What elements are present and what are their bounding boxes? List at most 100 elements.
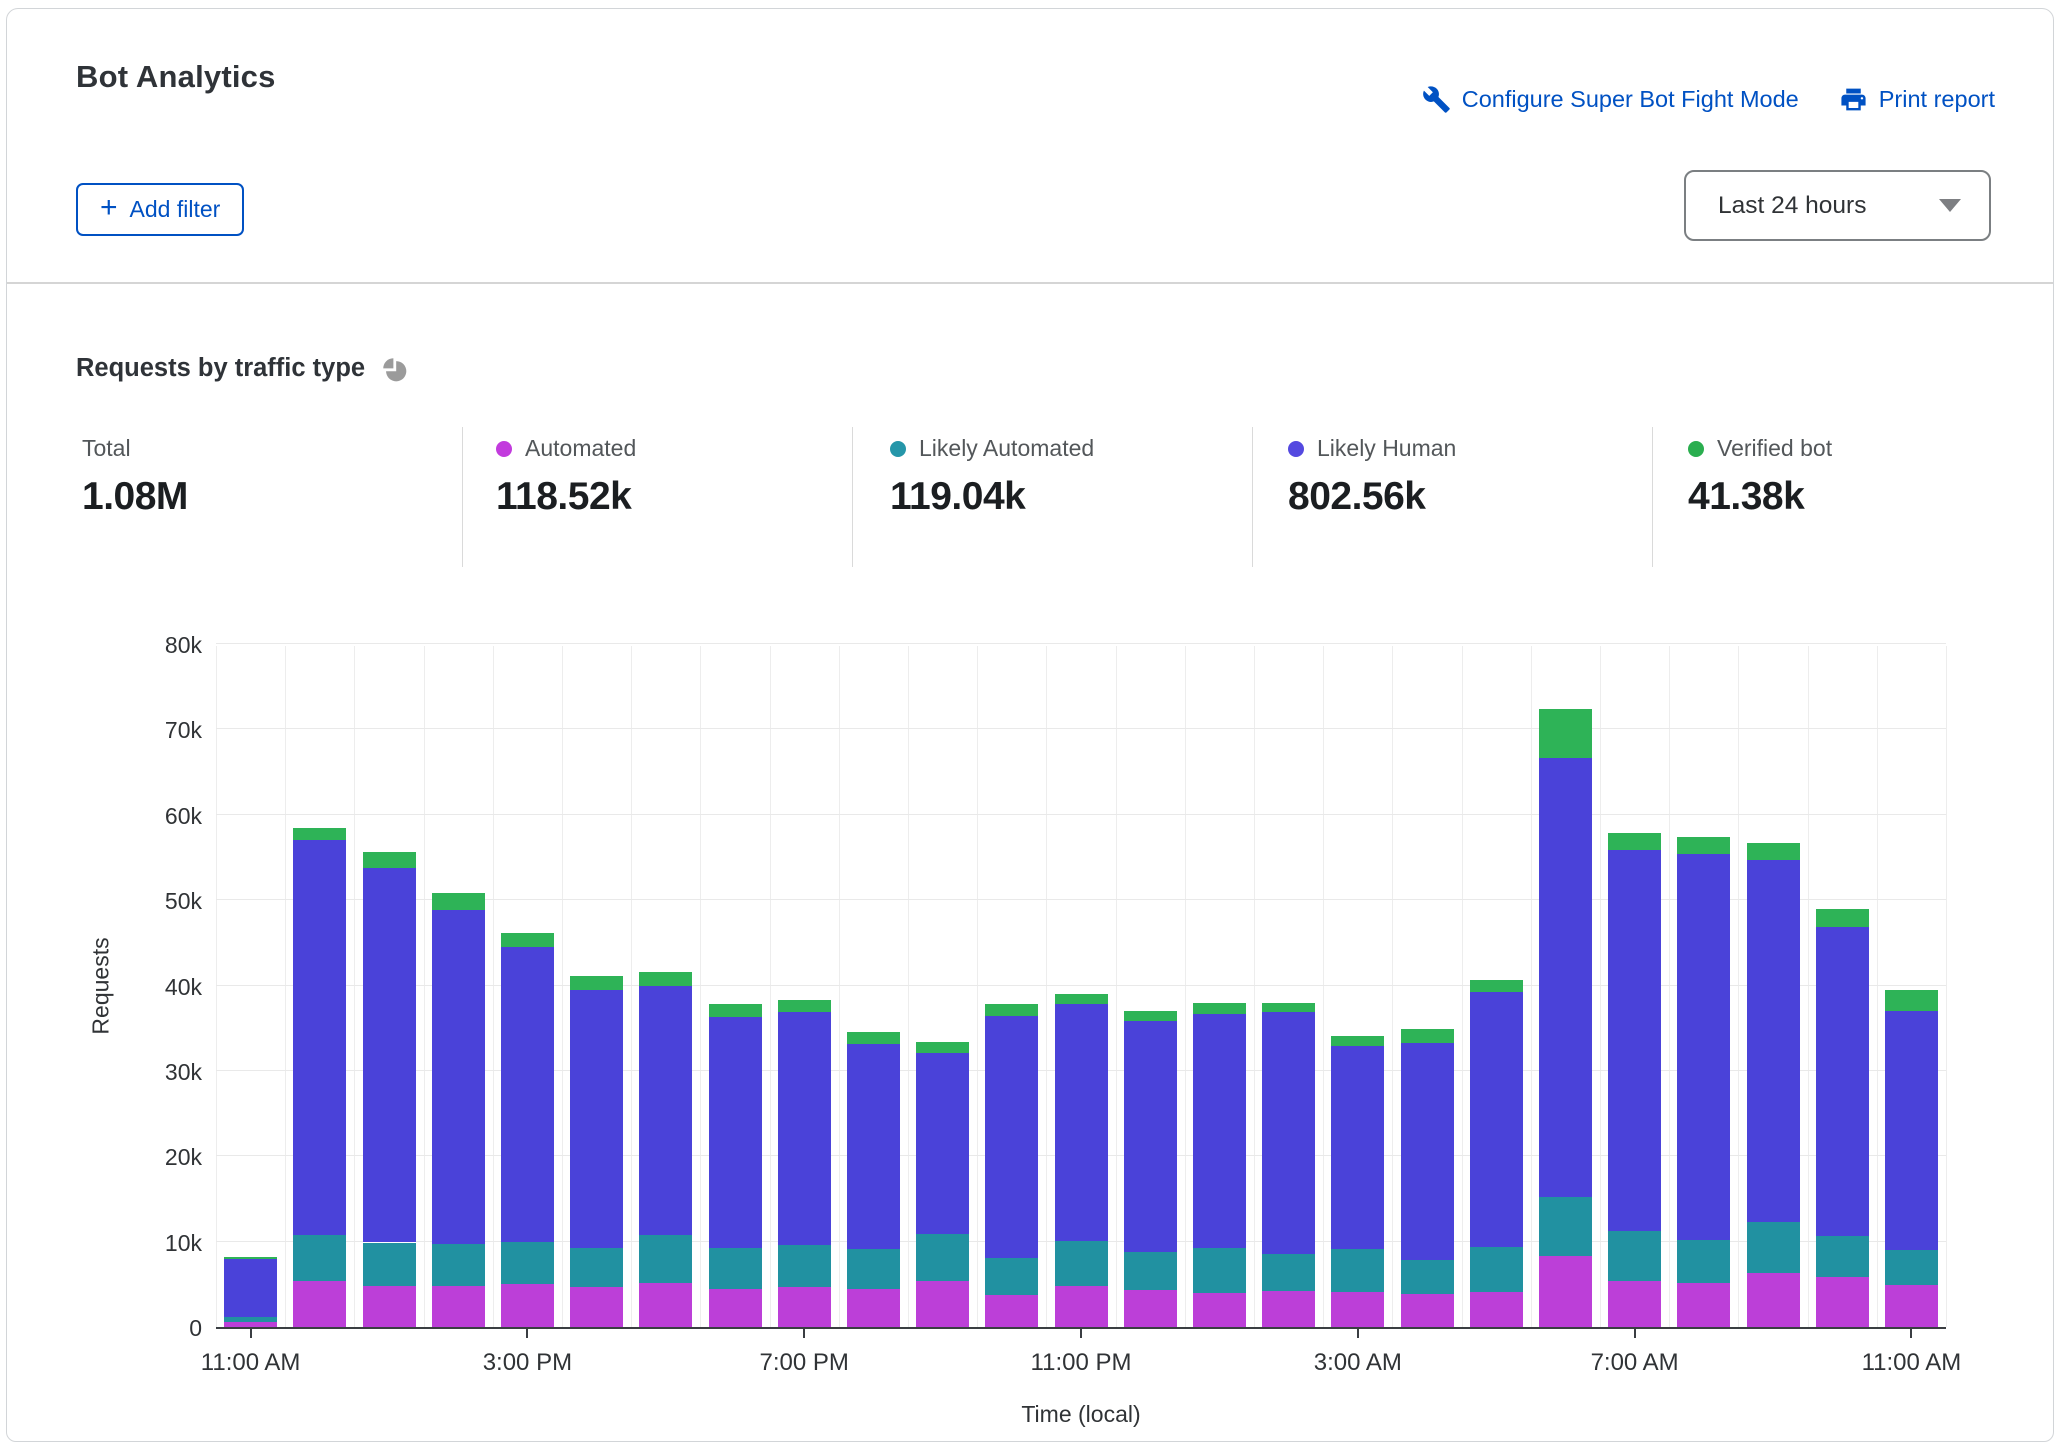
bar-segment-automated <box>1608 1281 1661 1327</box>
bar-segment-likely-automated <box>1262 1254 1315 1292</box>
stat-total: Total 1.08M <box>82 427 188 567</box>
y-tick-label: 70k <box>122 717 202 744</box>
bar-segment-verified-bot <box>1401 1029 1454 1043</box>
x-tick-mark <box>526 1329 528 1338</box>
bar-segment-automated <box>1331 1292 1384 1327</box>
legend-dot-automated <box>496 441 512 457</box>
bar-segment-likely-human <box>501 947 554 1242</box>
bar-segment-verified-bot <box>501 933 554 947</box>
x-tick-mark <box>250 1329 252 1338</box>
legend-dot-likely-automated <box>890 441 906 457</box>
bar-900am[interactable] <box>1747 843 1800 1327</box>
vertical-gridline <box>1185 646 1186 1327</box>
bar-1200am[interactable] <box>1124 1011 1177 1327</box>
stat-label: Likely Automated <box>919 435 1094 462</box>
bar-1000am[interactable] <box>1816 909 1869 1327</box>
bar-segment-automated <box>432 1286 485 1327</box>
bar-segment-likely-human <box>570 990 623 1249</box>
bar-segment-likely-automated <box>501 1242 554 1285</box>
add-filter-button[interactable]: + Add filter <box>76 183 244 236</box>
stat-label: Automated <box>525 435 636 462</box>
bar-600pm[interactable] <box>709 1004 762 1327</box>
bar-500pm[interactable] <box>639 972 692 1327</box>
bar-segment-verified-bot <box>1331 1036 1384 1046</box>
bar-500am[interactable] <box>1470 980 1523 1327</box>
stat-verified-bot[interactable]: Verified bot 41.38k <box>1652 427 1832 567</box>
time-range-select[interactable]: Last 24 hours <box>1684 170 1991 241</box>
bar-segment-likely-human <box>1677 854 1730 1240</box>
bar-segment-verified-bot <box>1262 1003 1315 1012</box>
bar-segment-automated <box>985 1295 1038 1327</box>
vertical-gridline <box>631 646 632 1327</box>
x-tick-mark <box>803 1329 805 1338</box>
bar-700pm[interactable] <box>778 1000 831 1327</box>
bar-segment-verified-bot <box>1816 909 1869 927</box>
bar-segment-automated <box>224 1322 277 1327</box>
bar-segment-automated <box>570 1287 623 1327</box>
horizontal-gridline <box>216 643 1946 644</box>
bar-200pm[interactable] <box>432 893 485 1327</box>
bar-segment-likely-human <box>985 1016 1038 1258</box>
stats-row: Total 1.08M Automated 118.52k Likely Aut… <box>82 427 2002 572</box>
bar-1100pm[interactable] <box>1055 994 1108 1327</box>
bar-800am[interactable] <box>1677 837 1730 1327</box>
bar-segment-likely-human <box>847 1044 900 1250</box>
bar-segment-likely-automated <box>293 1235 346 1281</box>
configure-sbfm-link[interactable]: Configure Super Bot Fight Mode <box>1422 85 1799 114</box>
y-tick-label: 80k <box>122 632 202 659</box>
vertical-gridline <box>908 646 909 1327</box>
bar-300am[interactable] <box>1331 1036 1384 1327</box>
vertical-gridline <box>1116 646 1117 1327</box>
bar-300pm[interactable] <box>501 933 554 1327</box>
bar-1100am[interactable] <box>1885 990 1938 1327</box>
bar-segment-likely-automated <box>1193 1248 1246 1292</box>
vertical-gridline <box>424 646 425 1327</box>
bar-segment-verified-bot <box>1885 990 1938 1011</box>
bar-segment-likely-human <box>1124 1021 1177 1252</box>
bar-1000pm[interactable] <box>985 1004 1038 1327</box>
bar-100pm[interactable] <box>363 852 416 1327</box>
bar-segment-likely-automated <box>916 1234 969 1281</box>
bar-segment-likely-human <box>1055 1004 1108 1240</box>
bar-segment-likely-human <box>1608 850 1661 1231</box>
stat-automated[interactable]: Automated 118.52k <box>462 427 636 567</box>
print-report-label: Print report <box>1879 86 1995 113</box>
bar-100am[interactable] <box>1193 1003 1246 1327</box>
stat-likely-human[interactable]: Likely Human 802.56k <box>1252 427 1456 567</box>
stat-likely-automated[interactable]: Likely Automated 119.04k <box>852 427 1094 567</box>
bar-800pm[interactable] <box>847 1032 900 1327</box>
print-report-link[interactable]: Print report <box>1839 85 1995 114</box>
plus-icon: + <box>100 193 118 223</box>
bar-segment-likely-human <box>639 986 692 1234</box>
y-tick-label: 60k <box>122 803 202 830</box>
bar-200am[interactable] <box>1262 1003 1315 1327</box>
bar-segment-automated <box>1262 1291 1315 1327</box>
bar-segment-verified-bot <box>1124 1011 1177 1021</box>
stat-value: 118.52k <box>496 475 636 519</box>
bar-segment-likely-human <box>1539 758 1592 1197</box>
bar-segment-automated <box>1677 1283 1730 1327</box>
chevron-down-icon <box>1939 199 1961 212</box>
printer-icon <box>1839 85 1868 114</box>
bar-segment-likely-human <box>916 1053 969 1234</box>
bar-900pm[interactable] <box>916 1042 969 1327</box>
bar-segment-likely-automated <box>985 1258 1038 1295</box>
bar-segment-likely-automated <box>778 1245 831 1287</box>
bar-segment-verified-bot <box>778 1000 831 1012</box>
bar-400am[interactable] <box>1401 1029 1454 1327</box>
bar-400pm[interactable] <box>570 976 623 1327</box>
bar-1200pm[interactable] <box>293 828 346 1327</box>
bar-600am[interactable] <box>1539 709 1592 1327</box>
bar-700am[interactable] <box>1608 833 1661 1327</box>
bar-segment-automated <box>916 1281 969 1327</box>
stat-value: 41.38k <box>1688 475 1832 519</box>
bar-segment-verified-bot <box>432 893 485 909</box>
bar-segment-automated <box>1816 1277 1869 1327</box>
bar-1100am[interactable] <box>224 1257 277 1327</box>
bar-segment-likely-automated <box>432 1244 485 1286</box>
x-tick-label: 11:00 AM <box>1862 1349 1962 1377</box>
bar-segment-likely-automated <box>847 1249 900 1289</box>
vertical-gridline <box>1046 646 1047 1327</box>
bar-segment-automated <box>1885 1285 1938 1327</box>
vertical-gridline <box>493 646 494 1327</box>
